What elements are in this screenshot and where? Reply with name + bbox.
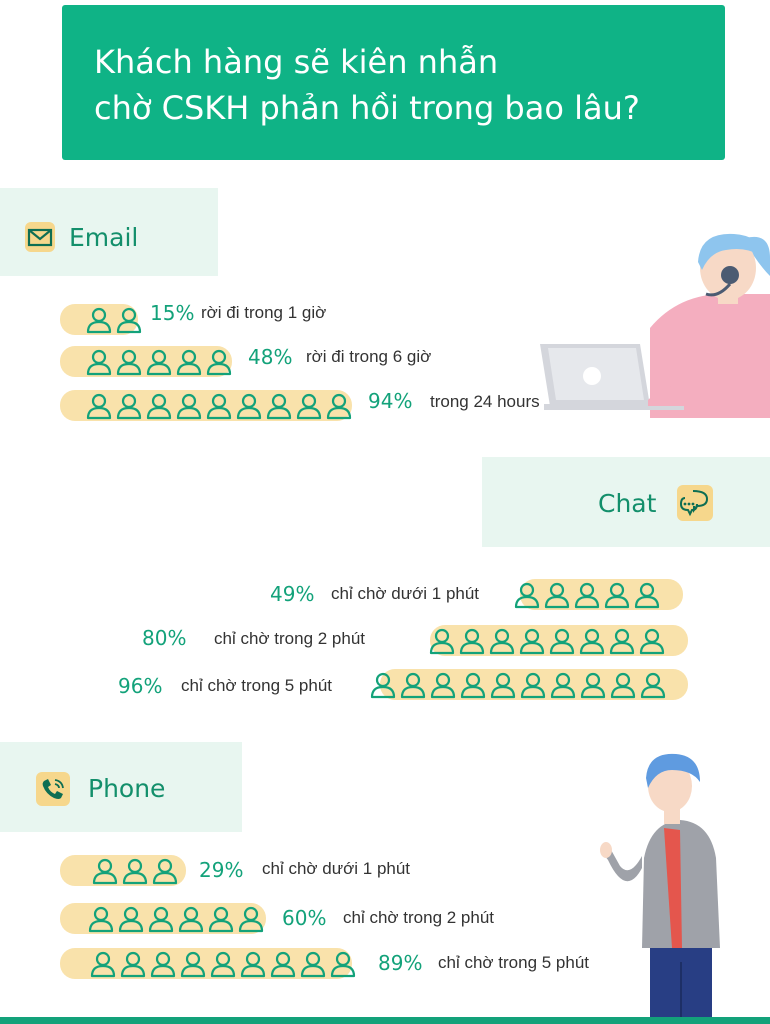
person-icon bbox=[370, 672, 396, 699]
person-icon bbox=[490, 672, 516, 699]
person-icon bbox=[210, 951, 236, 978]
person-icon bbox=[634, 582, 660, 609]
chat-pct-1: 49% bbox=[270, 582, 315, 606]
person-icon bbox=[240, 951, 266, 978]
person-icon bbox=[574, 582, 600, 609]
person-icon bbox=[459, 628, 485, 655]
email-people-1 bbox=[84, 306, 144, 334]
email-pct-2: 48% bbox=[248, 345, 293, 369]
chat-text-1: chỉ chờ dưới 1 phút bbox=[331, 584, 480, 603]
person-icon bbox=[90, 951, 116, 978]
phone-pct-2: 60% bbox=[282, 906, 327, 930]
email-people-2 bbox=[84, 348, 234, 376]
title-line-1: Khách hàng sẽ kiên nhẫn bbox=[94, 43, 499, 81]
chat-text-2: chỉ chờ trong 2 phút bbox=[214, 629, 366, 648]
phone-label: Phone bbox=[88, 774, 166, 803]
person-icon bbox=[86, 349, 112, 376]
phone-text-3: chỉ chờ trong 5 phút bbox=[438, 953, 590, 972]
chat-people-2 bbox=[427, 627, 667, 655]
person-icon bbox=[550, 672, 576, 699]
person-icon bbox=[208, 906, 234, 933]
phone-people-3 bbox=[88, 950, 358, 978]
person-icon bbox=[146, 349, 172, 376]
person-icon bbox=[549, 628, 575, 655]
person-icon bbox=[326, 393, 352, 420]
person-icon bbox=[178, 906, 204, 933]
phone-text-1: chỉ chờ dưới 1 phút bbox=[262, 859, 411, 878]
person-icon bbox=[152, 858, 178, 885]
phone-people-1 bbox=[90, 857, 180, 885]
phone-icon bbox=[36, 772, 70, 806]
person-icon bbox=[330, 951, 356, 978]
envelope-icon bbox=[25, 222, 55, 252]
email-label: Email bbox=[69, 223, 139, 252]
person-icon bbox=[296, 393, 322, 420]
person-icon bbox=[86, 393, 112, 420]
person-icon bbox=[489, 628, 515, 655]
email-text-1: rời đi trong 1 giờ bbox=[201, 303, 327, 322]
person-icon bbox=[150, 951, 176, 978]
person-icon bbox=[148, 906, 174, 933]
person-icon bbox=[270, 951, 296, 978]
bottom-accent-bar bbox=[0, 1017, 770, 1024]
person-icon bbox=[429, 628, 455, 655]
person-icon bbox=[120, 951, 146, 978]
chat-text-3: chỉ chờ trong 5 phút bbox=[181, 676, 333, 695]
person-icon bbox=[122, 858, 148, 885]
person-icon bbox=[116, 393, 142, 420]
person-icon bbox=[604, 582, 630, 609]
person-icon bbox=[519, 628, 545, 655]
person-icon bbox=[176, 349, 202, 376]
person-icon bbox=[460, 672, 486, 699]
person-icon bbox=[206, 393, 232, 420]
email-pct-1: 15% bbox=[150, 301, 195, 325]
person-icon bbox=[300, 951, 326, 978]
person-icon bbox=[146, 393, 172, 420]
person-icon bbox=[266, 393, 292, 420]
chat-people-3 bbox=[368, 671, 668, 699]
title-line-2: chờ CSKH phản hồi trong bao lâu? bbox=[94, 89, 640, 127]
chat-pct-2: 80% bbox=[142, 626, 187, 650]
person-icon bbox=[400, 672, 426, 699]
chat-pct-3: 96% bbox=[118, 674, 163, 698]
person-icon bbox=[514, 582, 540, 609]
email-text-3: trong 24 hours bbox=[430, 392, 540, 411]
person-icon bbox=[639, 628, 665, 655]
person-icon bbox=[206, 349, 232, 376]
person-icon bbox=[520, 672, 546, 699]
person-icon bbox=[88, 906, 114, 933]
person-icon bbox=[238, 906, 264, 933]
email-people-3 bbox=[84, 392, 354, 420]
person-icon bbox=[579, 628, 605, 655]
phone-text-2: chỉ chờ trong 2 phút bbox=[343, 908, 495, 927]
chat-people-1 bbox=[512, 581, 662, 609]
email-text-2: rời đi trong 6 giờ bbox=[306, 347, 432, 366]
chat-bubbles-icon bbox=[677, 485, 713, 521]
person-icon bbox=[640, 672, 666, 699]
phone-pct-3: 89% bbox=[378, 951, 423, 975]
man-on-phone-illustration bbox=[600, 753, 720, 1017]
phone-pct-1: 29% bbox=[199, 858, 244, 882]
title-banner: Khách hàng sẽ kiên nhẫn chờ CSKH phản hồ… bbox=[62, 5, 725, 160]
person-icon bbox=[544, 582, 570, 609]
person-icon bbox=[580, 672, 606, 699]
person-icon bbox=[118, 906, 144, 933]
phone-people-2 bbox=[86, 905, 266, 933]
person-icon bbox=[180, 951, 206, 978]
person-icon bbox=[116, 307, 142, 334]
chat-label: Chat bbox=[598, 489, 657, 518]
email-pct-3: 94% bbox=[368, 389, 413, 413]
support-agent-illustration bbox=[540, 233, 770, 418]
person-icon bbox=[236, 393, 262, 420]
person-icon bbox=[92, 858, 118, 885]
person-icon bbox=[430, 672, 456, 699]
person-icon bbox=[116, 349, 142, 376]
person-icon bbox=[610, 672, 636, 699]
person-icon bbox=[86, 307, 112, 334]
person-icon bbox=[609, 628, 635, 655]
person-icon bbox=[176, 393, 202, 420]
